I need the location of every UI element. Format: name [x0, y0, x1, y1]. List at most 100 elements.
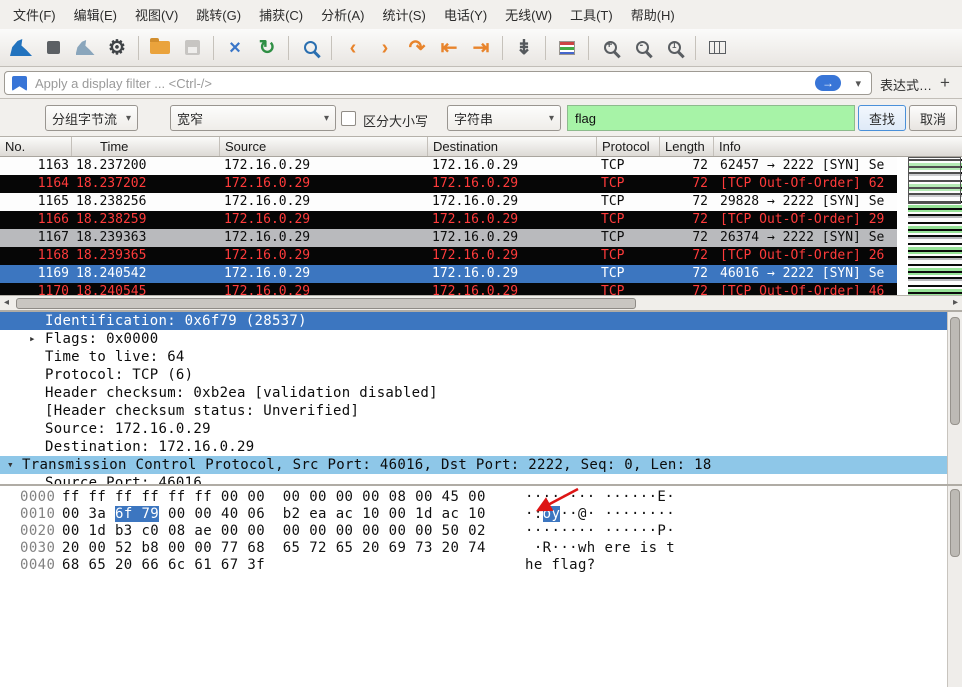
go-forward-button[interactable]: ›: [370, 33, 400, 63]
expand-arrow-icon[interactable]: ▸: [29, 330, 36, 348]
column-header-protocol[interactable]: Protocol: [597, 137, 660, 156]
detail-line-3[interactable]: Protocol: TCP (6): [0, 366, 947, 384]
menu-item-7[interactable]: 电话(Y): [435, 0, 496, 29]
column-header-source[interactable]: Source: [220, 137, 428, 156]
packet-row-1165[interactable]: 1165 18.238256 172.16.0.29 172.16.0.29 TCP 72…: [0, 193, 897, 211]
expression-button[interactable]: 表达式…: [880, 75, 932, 94]
packet-list-minimap[interactable]: [908, 157, 962, 295]
detail-line-0[interactable]: Identification: 0x6f79 (28537): [0, 312, 947, 330]
detail-line-5[interactable]: [Header checksum status: Unverified]: [0, 402, 947, 420]
hex-row-0020[interactable]: 0020 00 1d b3 c0 08 ae 00 00 00 00 00 00 …: [0, 523, 962, 540]
detail-line-7[interactable]: Destination: 172.16.0.29: [0, 438, 947, 456]
cell-info: [TCP Out-Of-Order] 46: [720, 284, 885, 295]
packet-row-1164[interactable]: 1164 18.237202 172.16.0.29 172.16.0.29 TCP 72…: [0, 175, 897, 193]
column-header-time[interactable]: Time: [72, 137, 220, 156]
cell-length: 72: [692, 248, 708, 263]
bookmark-icon[interactable]: [12, 76, 27, 91]
hex-ascii[interactable]: he flag?: [525, 557, 596, 574]
add-filter-button[interactable]: +: [934, 71, 956, 95]
column-header-info[interactable]: Info: [714, 137, 962, 156]
bytes-scroll-thumb[interactable]: [950, 489, 960, 557]
packet-row-1167[interactable]: 1167 18.239363 172.16.0.29 172.16.0.29 TCP 72…: [0, 229, 897, 247]
cell-destination: 172.16.0.29: [432, 284, 519, 295]
hscroll-thumb[interactable]: [16, 298, 636, 309]
packet-row-1170[interactable]: 1170 18.240545 172.16.0.29 172.16.0.29 TCP 72…: [0, 283, 897, 295]
go-back-button[interactable]: ‹: [338, 33, 368, 63]
hex-bytes[interactable]: ff ff ff ff ff ff 00 00 00 00 00 00 08 0…: [62, 489, 486, 506]
scroll-left-icon[interactable]: ◂: [4, 297, 9, 308]
hex-bytes[interactable]: 00 3a 6f 79 00 00 40 06 b2 ea ac 10 00 1…: [62, 506, 486, 523]
zoom-in-button[interactable]: [595, 33, 625, 63]
column-header-destination[interactable]: Destination: [428, 137, 597, 156]
filter-history-dropdown-icon[interactable]: ▾: [855, 77, 861, 90]
open-file-button[interactable]: [145, 33, 175, 63]
find-button[interactable]: 查找: [858, 105, 906, 131]
hex-row-0010[interactable]: 0010 00 3a 6f 79 00 00 40 06 b2 ea ac 10 …: [0, 506, 962, 523]
hex-ascii[interactable]: ·R···wh ere is t: [525, 540, 675, 557]
auto-scroll-button[interactable]: ⇟: [509, 33, 539, 63]
cancel-button[interactable]: 取消: [909, 105, 957, 131]
menu-item-9[interactable]: 工具(T): [561, 0, 622, 29]
packet-row-1163[interactable]: 1163 18.237200 172.16.0.29 172.16.0.29 TCP 72…: [0, 157, 897, 175]
hex-row-0030[interactable]: 0030 20 00 52 b8 00 00 77 68 65 72 65 20 …: [0, 540, 962, 557]
close-file-button[interactable]: ×: [220, 33, 250, 63]
first-packet-button[interactable]: ⇤: [434, 33, 464, 63]
collapse-arrow-icon[interactable]: ▾: [7, 456, 14, 474]
detail-line-4[interactable]: Header checksum: 0xb2ea [validation disa…: [0, 384, 947, 402]
detail-line-6[interactable]: Source: 172.16.0.29: [0, 420, 947, 438]
hex-bytes[interactable]: 00 1d b3 c0 08 ae 00 00 00 00 00 00 00 0…: [62, 523, 486, 540]
menu-item-3[interactable]: 跳转(G): [187, 0, 250, 29]
case-sensitive-checkbox[interactable]: [341, 111, 356, 126]
save-file-button[interactable]: [177, 33, 207, 63]
bytes-scrollbar[interactable]: [947, 486, 962, 687]
column-header-no[interactable]: No.: [0, 137, 72, 156]
apply-filter-button[interactable]: →: [815, 75, 841, 91]
hex-bytes[interactable]: 68 65 20 66 6c 61 67 3f: [62, 557, 265, 574]
packet-row-1168[interactable]: 1168 18.239365 172.16.0.29 172.16.0.29 TCP 72…: [0, 247, 897, 265]
menu-item-4[interactable]: 捕获(C): [250, 0, 312, 29]
minimap-viewport[interactable]: [908, 157, 961, 204]
display-filter-input[interactable]: Apply a display filter ... <Ctrl-/> → ▾: [4, 71, 872, 95]
packet-row-1166[interactable]: 1166 18.238259 172.16.0.29 172.16.0.29 TCP 72…: [0, 211, 897, 229]
packet-list-hscrollbar[interactable]: ◂ ▸: [0, 295, 962, 310]
search-type-select[interactable]: 字符串 ▾: [447, 105, 561, 131]
details-scrollbar[interactable]: [947, 312, 962, 484]
hex-row-0000[interactable]: 0000 ff ff ff ff ff ff 00 00 00 00 00 00 …: [0, 489, 962, 506]
detail-line-8[interactable]: ▾ Transmission Control Protocol, Src Port…: [0, 456, 947, 474]
menu-item-5[interactable]: 分析(A): [312, 0, 373, 29]
last-packet-button[interactable]: ⇥: [466, 33, 496, 63]
detail-line-1[interactable]: ▸ Flags: 0x0000: [0, 330, 947, 348]
colorize-button[interactable]: [552, 33, 582, 63]
search-scope-select[interactable]: 分组字节流 ▾: [45, 105, 138, 131]
menu-item-2[interactable]: 视图(V): [126, 0, 187, 29]
search-input[interactable]: flag: [567, 105, 855, 131]
packet-row-1169[interactable]: 1169 18.240542 172.16.0.29 172.16.0.29 TCP 72…: [0, 265, 897, 283]
detail-line-9[interactable]: Source Port: 46016: [0, 474, 947, 484]
menu-item-10[interactable]: 帮助(H): [622, 0, 684, 29]
hex-bytes[interactable]: 20 00 52 b8 00 00 77 68 65 72 65 20 69 7…: [62, 540, 486, 557]
zoom-100-button[interactable]: [659, 33, 689, 63]
hex-row-0040[interactable]: 0040 68 65 20 66 6c 61 67 3f he flag?: [0, 557, 962, 574]
cell-length: 72: [692, 194, 708, 209]
details-scroll-thumb[interactable]: [950, 317, 960, 425]
search-width-select[interactable]: 宽窄 ▾: [170, 105, 336, 131]
restart-capture-button[interactable]: [70, 33, 100, 63]
zoom-out-button[interactable]: [627, 33, 657, 63]
stop-capture-button[interactable]: [38, 33, 68, 63]
find-packet-button[interactable]: [295, 33, 325, 63]
start-capture-button[interactable]: [6, 33, 36, 63]
menu-item-6[interactable]: 统计(S): [373, 0, 434, 29]
capture-options-button[interactable]: ⚙: [102, 33, 132, 63]
go-to-packet-button[interactable]: ↷: [402, 33, 432, 63]
menu-item-0[interactable]: 文件(F): [4, 0, 65, 29]
cell-source: 172.16.0.29: [224, 212, 311, 227]
hex-offset: 0010: [20, 506, 56, 522]
resize-columns-button[interactable]: [702, 33, 732, 63]
detail-line-2[interactable]: Time to live: 64: [0, 348, 947, 366]
hex-ascii[interactable]: ········ ······P·: [525, 523, 675, 540]
column-header-length[interactable]: Length: [660, 137, 714, 156]
menu-item-1[interactable]: 编辑(E): [65, 0, 126, 29]
scroll-right-icon[interactable]: ▸: [953, 297, 958, 308]
menu-item-8[interactable]: 无线(W): [496, 0, 561, 29]
reload-button[interactable]: ↻: [252, 33, 282, 63]
